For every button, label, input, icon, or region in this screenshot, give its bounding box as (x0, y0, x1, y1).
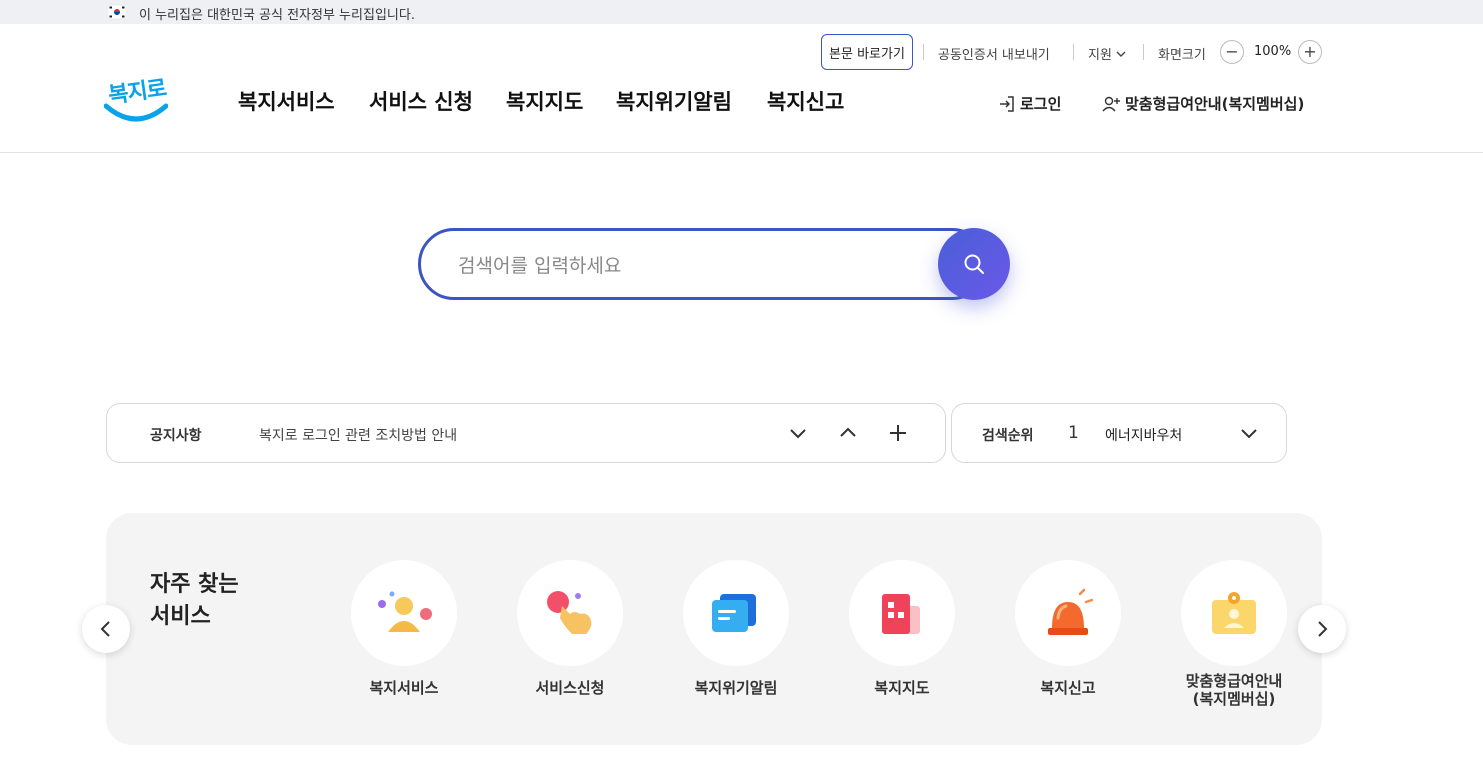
rank-keyword[interactable]: 에너지바우처 (1105, 425, 1181, 445)
service-label: 서비스신청 (535, 679, 605, 697)
chevron-right-icon (1318, 621, 1328, 637)
message-alert-icon (712, 594, 756, 632)
zoom-label: 화면크기 (1158, 48, 1206, 63)
chevron-down-icon (1116, 51, 1126, 57)
notice-next-button[interactable] (785, 420, 811, 446)
service-label: 복지위기알림 (694, 679, 778, 697)
service-label-line-2: (복지멤버십) (1192, 690, 1276, 708)
hand-tap-icon (547, 591, 592, 634)
korea-flag-icon (108, 4, 126, 20)
support-label: 지원 (1088, 48, 1112, 63)
carousel-prev-button[interactable] (82, 605, 130, 653)
nav-item-service-apply[interactable]: 서비스 신청 (369, 86, 473, 116)
notice-more-button[interactable] (885, 420, 911, 446)
title-line-1: 자주 찾는 (150, 572, 239, 597)
rank-expand-button[interactable] (1236, 420, 1262, 446)
login-button[interactable]: 로그인 (998, 93, 1061, 114)
notice-label: 공지사항 (150, 428, 202, 444)
rank-label: 검색순위 (982, 428, 1034, 444)
service-label-line-1: 맞춤형급여안내 (1185, 672, 1283, 690)
divider (923, 44, 924, 60)
chevron-left-icon (100, 621, 110, 637)
support-menu[interactable]: 지원 (1088, 44, 1126, 63)
zoom-value: 100% (1254, 44, 1292, 59)
membership-label: 맞춤형급여안내(복지멤버십) (1125, 95, 1305, 113)
section-title: 자주 찾는 서비스 (150, 569, 270, 633)
search-input[interactable] (458, 251, 928, 281)
plus-icon (890, 425, 906, 441)
membership-button[interactable]: 맞춤형급여안내(복지멤버십) (1101, 93, 1304, 114)
notice-text[interactable]: 복지로 로그인 관련 조치방법 안내 (259, 425, 457, 445)
service-label: 복지신고 (1040, 679, 1096, 697)
chevron-up-icon (840, 427, 856, 437)
cert-export-link[interactable]: 공동인증서 내보내기 (938, 44, 1050, 63)
nav-item-welfare-report[interactable]: 복지신고 (767, 86, 844, 116)
zoom-out-button[interactable]: − (1220, 40, 1244, 64)
siren-icon (1048, 588, 1094, 635)
service-label: 맞춤형급여안내 (복지멤버십) (1167, 672, 1301, 708)
title-line-2: 서비스 (150, 604, 211, 629)
notice-bar: 공지사항 복지로 로그인 관련 조치방법 안내 (106, 403, 946, 463)
header-divider (0, 152, 1483, 153)
login-label: 로그인 (1020, 95, 1062, 113)
search-box (418, 228, 988, 300)
service-label: 복지지도 (874, 679, 930, 697)
chevron-down-icon (790, 429, 806, 439)
divider (1073, 44, 1074, 60)
search-button[interactable] (938, 228, 1010, 300)
logo[interactable]: 복지로 (104, 72, 168, 126)
map-building-icon (882, 594, 920, 634)
search-area (418, 228, 1010, 300)
person-service-icon (378, 591, 432, 632)
rank-number: 1 (1068, 423, 1079, 443)
service-label: 복지서비스 (369, 679, 439, 697)
login-icon (1000, 95, 1014, 112)
nav-item-crisis-alert[interactable]: 복지위기알림 (616, 86, 732, 116)
notice-prev-button[interactable] (835, 420, 861, 446)
skip-to-content-button[interactable]: 본문 바로가기 (821, 34, 913, 70)
search-ranking: 검색순위 1 에너지바우처 (951, 403, 1287, 463)
zoom-in-button[interactable]: + (1298, 40, 1322, 64)
nav-item-welfare-service[interactable]: 복지서비스 (238, 86, 335, 116)
search-icon (964, 254, 984, 274)
gov-banner-text: 이 누리집은 대한민국 공식 전자정부 누리집입니다. (139, 8, 415, 23)
carousel-next-button[interactable] (1298, 605, 1346, 653)
frequent-services: 자주 찾는 서비스 복지서비스 서비스신청 복지위기알림 복지지도 복지신고 맞… (106, 513, 1322, 745)
gov-banner: 이 누리집은 대한민국 공식 전자정부 누리집입니다. (0, 0, 1483, 24)
id-badge-icon (1212, 592, 1256, 634)
chevron-down-icon (1241, 429, 1257, 439)
divider (1143, 44, 1144, 60)
nav-item-welfare-map[interactable]: 복지지도 (506, 86, 583, 116)
add-user-icon (1102, 96, 1120, 111)
logo-smile-icon (104, 103, 168, 122)
